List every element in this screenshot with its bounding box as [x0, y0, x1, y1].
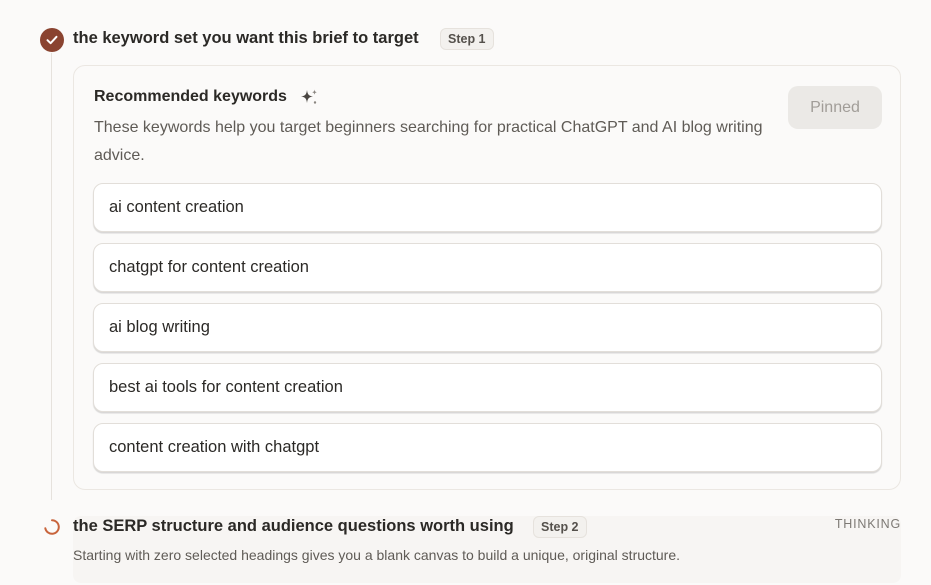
- card-description: These keywords help you target beginners…: [94, 119, 763, 164]
- step-complete-check-icon: [40, 28, 64, 52]
- keyword-item[interactable]: best ai tools for content creation: [93, 363, 882, 412]
- keyword-list: ai content creation chatgpt for content …: [93, 183, 882, 483]
- spinner-icon: [43, 518, 61, 541]
- pinned-button[interactable]: Pinned: [788, 86, 882, 129]
- keyword-item[interactable]: ai blog writing: [93, 303, 882, 352]
- sparkle-icon: [298, 87, 320, 114]
- keyword-item[interactable]: content creation with chatgpt: [93, 423, 882, 472]
- step-1-title: the keyword set you want this brief to t…: [73, 29, 419, 47]
- step-connector-line: [51, 53, 52, 500]
- card-title: Recommended keywords: [94, 88, 287, 105]
- thinking-status-label: THINKING: [834, 517, 901, 531]
- thinking-text: Starting with zero selected headings giv…: [73, 547, 681, 563]
- step-2-title: the SERP structure and audience question…: [73, 517, 514, 535]
- step-1-badge: Step 1: [440, 28, 494, 50]
- keyword-item[interactable]: ai content creation: [93, 183, 882, 232]
- recommended-keywords-card: Recommended keywords These keywords help…: [73, 65, 901, 490]
- keyword-item[interactable]: chatgpt for content creation: [93, 243, 882, 292]
- step-2-badge: Step 2: [533, 516, 587, 538]
